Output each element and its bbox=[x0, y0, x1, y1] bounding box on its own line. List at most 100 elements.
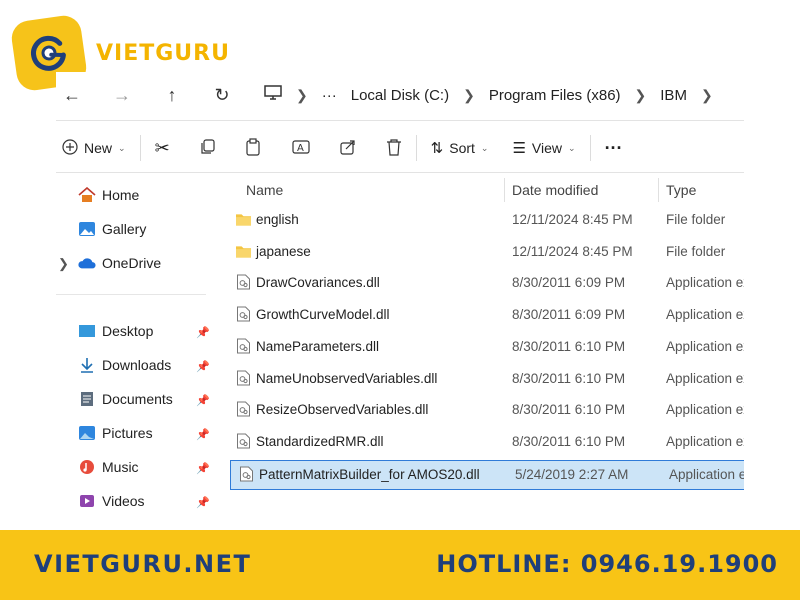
copy-button[interactable] bbox=[200, 138, 216, 158]
dll-file-icon bbox=[237, 274, 250, 290]
chevron-right-icon: ❯ bbox=[296, 86, 308, 103]
file-date: 5/24/2019 2:27 AM bbox=[515, 466, 629, 482]
file-date: 8/30/2011 6:09 PM bbox=[512, 275, 626, 291]
paste-button[interactable] bbox=[246, 137, 262, 159]
file-row[interactable]: PatternMatrixBuilder_for AMOS20.dll 5/24/… bbox=[230, 459, 744, 490]
share-icon bbox=[340, 139, 356, 158]
sidebar-item-label: Home bbox=[102, 187, 140, 203]
chevron-right-icon[interactable]: ❯ bbox=[58, 256, 69, 272]
chevron-right-icon: ❯ bbox=[634, 86, 647, 103]
pin-icon[interactable]: 📌 bbox=[196, 360, 210, 373]
breadcrumb-item-program-files[interactable]: Program Files (x86) bbox=[489, 87, 621, 104]
chevron-right-icon: ❯ bbox=[463, 86, 475, 103]
share-button[interactable] bbox=[340, 139, 356, 158]
divider bbox=[56, 294, 206, 295]
sort-label: Sort bbox=[449, 140, 475, 156]
file-name: StandardizedRMR.dll bbox=[256, 433, 384, 449]
toolbar: New ⌄ ✂ A ⇅ Sort ⌄ ☰ View ⌄ ··· bbox=[56, 128, 744, 168]
breadcrumb-overflow[interactable]: ··· bbox=[322, 87, 337, 104]
view-list-icon: ☰ bbox=[512, 140, 526, 157]
pin-icon[interactable]: 📌 bbox=[196, 462, 210, 475]
dll-file-icon bbox=[237, 306, 250, 322]
divider bbox=[589, 135, 591, 161]
file-row[interactable]: NameParameters.dll 8/30/2011 6:10 PM Appli… bbox=[228, 333, 744, 361]
sidebar-item-desktop[interactable]: Desktop bbox=[78, 322, 153, 340]
file-type: Application ex bbox=[666, 402, 744, 418]
view-label: View bbox=[531, 140, 563, 156]
folder-icon bbox=[236, 246, 251, 258]
sidebar-item-documents[interactable]: Documents bbox=[78, 390, 173, 408]
file-type: Application ex bbox=[666, 338, 744, 354]
file-name: NameUnobservedVariables.dll bbox=[256, 370, 438, 386]
pin-icon[interactable]: 📌 bbox=[196, 428, 210, 441]
pin-icon[interactable]: 📌 bbox=[196, 394, 210, 407]
column-header-name[interactable]: Name bbox=[246, 176, 283, 204]
cut-button[interactable]: ✂ bbox=[155, 138, 170, 159]
file-type: Application ex bbox=[666, 275, 744, 291]
file-date: 12/11/2024 8:45 PM bbox=[512, 243, 633, 259]
refresh-icon[interactable]: ↻ bbox=[206, 79, 238, 111]
sidebar-item-music[interactable]: Music bbox=[78, 458, 139, 476]
sidebar-item-label: Documents bbox=[102, 391, 173, 407]
pin-icon[interactable]: 📌 bbox=[196, 496, 210, 509]
file-row[interactable]: japanese 12/11/2024 8:45 PM File folder bbox=[228, 238, 744, 266]
file-row[interactable]: DrawCovariances.dll 8/30/2011 6:09 PM Appl… bbox=[228, 269, 744, 297]
desktop-icon bbox=[78, 322, 96, 340]
file-row[interactable]: GrowthCurveModel.dll 8/30/2011 6:09 PM App… bbox=[228, 301, 744, 329]
column-divider[interactable] bbox=[504, 178, 505, 202]
sidebar-item-label: Desktop bbox=[102, 323, 154, 339]
sidebar-item-label: Downloads bbox=[102, 357, 172, 373]
navigation-pane: Home Gallery ❯ OneDrive Desktop 📌 Downlo… bbox=[56, 176, 214, 530]
navigation-bar: ← → ↑ ↻ ❯ ··· Local Disk (C:) ❯ Program … bbox=[56, 72, 744, 118]
sidebar-item-gallery[interactable]: Gallery bbox=[78, 220, 146, 238]
sidebar-item-home[interactable]: Home bbox=[78, 186, 139, 204]
column-header-date[interactable]: Date modified bbox=[512, 176, 598, 204]
pin-icon[interactable]: 📌 bbox=[196, 326, 210, 339]
chevron-down-icon: ⌄ bbox=[568, 142, 576, 153]
file-name: japanese bbox=[256, 243, 311, 259]
documents-icon bbox=[78, 390, 96, 408]
file-name: english bbox=[256, 212, 299, 227]
up-arrow-icon[interactable]: ↑ bbox=[156, 79, 188, 111]
sidebar-item-downloads[interactable]: Downloads bbox=[78, 356, 171, 374]
view-button[interactable]: ☰ View ⌄ bbox=[512, 139, 575, 157]
file-row[interactable]: NameUnobservedVariables.dll 8/30/2011 6:1… bbox=[228, 365, 744, 393]
svg-text:A: A bbox=[297, 143, 304, 154]
breadcrumb-item-ibm[interactable]: IBM bbox=[660, 87, 687, 104]
more-options-button[interactable]: ··· bbox=[605, 138, 623, 159]
gallery-icon bbox=[78, 220, 96, 238]
sidebar-item-pictures[interactable]: Pictures bbox=[78, 424, 153, 442]
plus-circle-icon bbox=[62, 138, 78, 158]
dll-file-icon bbox=[237, 433, 250, 449]
dll-file-icon bbox=[237, 338, 250, 354]
sort-button[interactable]: ⇅ Sort ⌄ bbox=[431, 139, 489, 157]
forward-arrow-icon[interactable]: → bbox=[106, 79, 138, 111]
sidebar-item-videos[interactable]: Videos bbox=[78, 492, 145, 510]
sidebar-item-onedrive[interactable]: OneDrive bbox=[78, 254, 161, 272]
computer-icon[interactable] bbox=[264, 85, 282, 105]
music-icon bbox=[78, 458, 96, 476]
downloads-icon bbox=[78, 356, 96, 374]
new-button[interactable]: New ⌄ bbox=[62, 138, 126, 158]
back-arrow-icon[interactable]: ← bbox=[56, 79, 88, 111]
copy-icon bbox=[200, 138, 216, 158]
sidebar-item-label: Pictures bbox=[102, 425, 153, 441]
website-text: VIETGURU.NET bbox=[34, 550, 252, 578]
rename-button[interactable]: A bbox=[292, 139, 310, 158]
file-row[interactable]: english 12/11/2024 8:45 PM File folder bbox=[228, 206, 744, 234]
file-type: Application ex bbox=[666, 433, 744, 449]
file-row[interactable]: ResizeObservedVariables.dll 8/30/2011 6:1… bbox=[228, 396, 744, 424]
breadcrumb-item-local-disk[interactable]: Local Disk (C:) bbox=[351, 87, 449, 104]
file-type: File folder bbox=[666, 243, 726, 259]
file-row[interactable]: StandardizedRMR.dll 8/30/2011 6:10 PM Appl… bbox=[228, 428, 744, 456]
column-divider[interactable] bbox=[658, 178, 659, 202]
column-header-type[interactable]: Type bbox=[666, 176, 696, 204]
sidebar-item-label: Music bbox=[102, 459, 139, 475]
sort-icon: ⇅ bbox=[430, 140, 444, 157]
file-name: ResizeObservedVariables.dll bbox=[256, 402, 429, 418]
delete-button[interactable] bbox=[386, 138, 402, 159]
chevron-right-icon: ❯ bbox=[700, 86, 713, 103]
divider bbox=[56, 120, 744, 121]
explorer-window: ← → ↑ ↻ ❯ ··· Local Disk (C:) ❯ Program … bbox=[56, 72, 744, 530]
file-name: DrawCovariances.dll bbox=[256, 275, 380, 291]
